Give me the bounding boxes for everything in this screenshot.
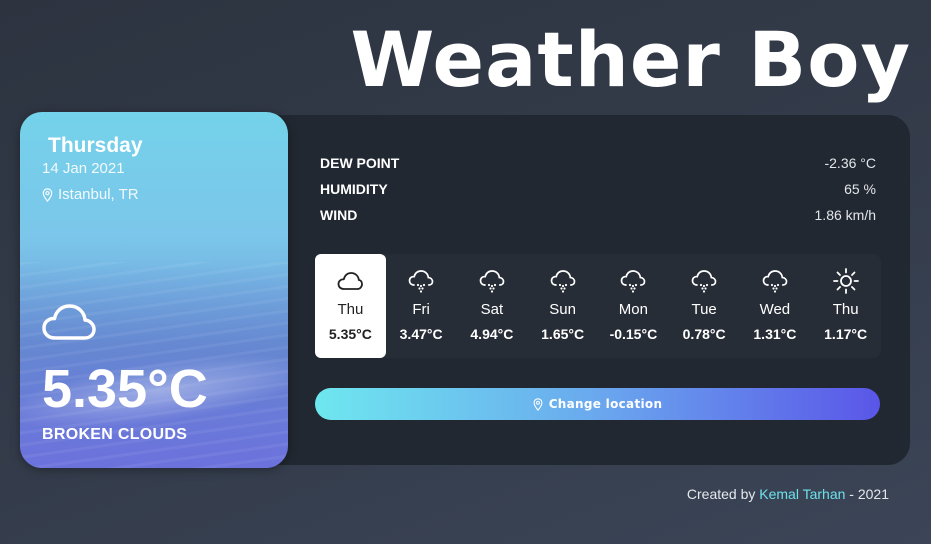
current-location: Istanbul, TR xyxy=(42,186,139,203)
forecast-day-label: Mon xyxy=(618,301,648,318)
stat-row-wind: WIND 1.86 km/h xyxy=(320,202,876,228)
forecast-day-sat[interactable]: Sat 4.94°C xyxy=(457,254,528,358)
snow-icon xyxy=(479,270,505,293)
stat-label: HUMIDITY xyxy=(320,181,388,197)
snow-icon xyxy=(621,270,646,293)
author-link[interactable]: Kemal Tarhan xyxy=(759,486,845,502)
location-pin-icon xyxy=(42,187,53,202)
forecast-temp: 5.35°C xyxy=(328,326,372,342)
forecast-temp: 1.17°C xyxy=(824,326,868,342)
forecast-day-mon[interactable]: Mon -0.15°C xyxy=(598,254,669,358)
forecast-day-sun[interactable]: Sun 1.65°C xyxy=(527,254,598,358)
cloud-icon xyxy=(42,304,96,340)
forecast-temp: 0.78°C xyxy=(682,326,726,342)
current-day: Thursday xyxy=(48,134,143,157)
weather-stats: DEW POINT -2.36 °C HUMIDITY 65 % WIND 1.… xyxy=(320,150,876,228)
stat-value: -2.36 °C xyxy=(824,155,876,171)
stat-label: WIND xyxy=(320,207,358,223)
change-location-label: Change location xyxy=(548,397,663,411)
forecast-strip: Thu 5.35°C Fri 3.47°C Sat 4.94°C Sun 1.6… xyxy=(315,254,881,358)
location-label: Istanbul, TR xyxy=(58,186,139,203)
stat-value: 1.86 km/h xyxy=(814,207,876,223)
forecast-temp: 3.47°C xyxy=(399,326,443,342)
snow-icon xyxy=(408,270,434,293)
sun-icon xyxy=(832,268,859,294)
footer-prefix: Created by xyxy=(686,486,756,502)
change-location-button[interactable]: Change location xyxy=(315,388,880,420)
forecast-day-wed[interactable]: Wed 1.31°C xyxy=(740,254,811,358)
snow-icon xyxy=(691,270,717,293)
forecast-day-label: Thu xyxy=(832,301,859,318)
forecast-day-fri[interactable]: Fri 3.47°C xyxy=(386,254,457,358)
snow-icon xyxy=(762,270,788,293)
footer-suffix: - 2021 xyxy=(849,486,889,502)
app-title: Weather Boy xyxy=(350,15,911,104)
forecast-day-tue[interactable]: Tue 0.78°C xyxy=(669,254,740,358)
forecast-day-label: Wed xyxy=(759,301,791,318)
forecast-day-label: Sat xyxy=(480,301,504,318)
footer-credit: Created by Kemal Tarhan - 2021 xyxy=(687,486,889,502)
forecast-day-label: Fri xyxy=(412,301,430,318)
stat-row-dew-point: DEW POINT -2.36 °C xyxy=(320,150,876,176)
snow-icon xyxy=(550,270,575,293)
forecast-temp: 1.31°C xyxy=(753,326,797,342)
weather-condition: BROKEN CLOUDS xyxy=(42,426,188,443)
forecast-day-thu-next[interactable]: Thu 1.17°C xyxy=(810,254,881,358)
current-weather-card: Thursday 14 Jan 2021 Istanbul, TR 5.35°C… xyxy=(20,112,288,468)
stat-label: DEW POINT xyxy=(320,155,400,171)
location-pin-icon xyxy=(533,397,543,411)
forecast-day-label: Tue xyxy=(691,301,717,318)
forecast-temp: 1.65°C xyxy=(541,326,585,342)
forecast-day-label: Sun xyxy=(549,301,576,318)
stat-row-humidity: HUMIDITY 65 % xyxy=(320,176,876,202)
forecast-temp: -0.15°C xyxy=(609,326,658,342)
forecast-temp: 4.94°C xyxy=(470,326,514,342)
current-date: 14 Jan 2021 xyxy=(42,160,125,177)
stat-value: 65 % xyxy=(844,181,876,197)
current-temperature: 5.35°C xyxy=(42,359,208,419)
forecast-day-label: Thu xyxy=(337,301,364,318)
forecast-day-thu[interactable]: Thu 5.35°C xyxy=(315,254,386,358)
cloud-icon xyxy=(337,272,364,290)
